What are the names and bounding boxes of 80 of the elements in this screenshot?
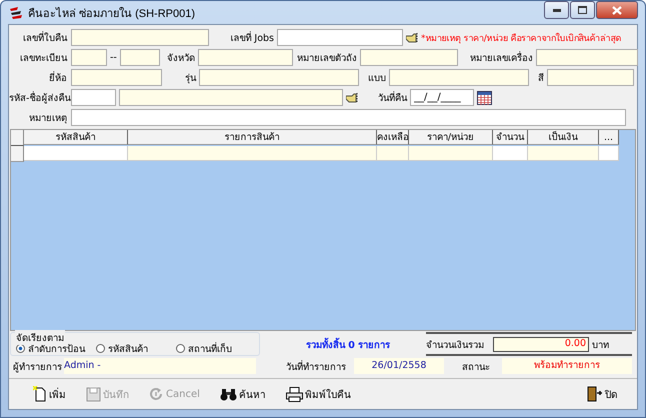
field-label: สี xyxy=(537,72,544,85)
remark-field[interactable] xyxy=(71,109,626,126)
maximize-icon xyxy=(578,6,587,14)
field-label: เลขทะเบียน xyxy=(19,52,67,65)
field-label: ยี่ห้อ xyxy=(48,70,67,85)
table-cell[interactable] xyxy=(128,146,377,161)
registration-field[interactable] xyxy=(71,49,107,66)
window-title: คืนอะไหล่ ซ่อมภายใน (SH-RP001) xyxy=(28,6,196,22)
field-label: หมายเลขตัวถัง xyxy=(296,52,357,65)
summary-text: รวมทั้งสิ้น 0 รายการ xyxy=(306,336,392,352)
close-button[interactable] xyxy=(596,1,638,19)
column-header[interactable]: รหัสสินค้า xyxy=(24,130,128,145)
returner-code-field[interactable] xyxy=(71,89,116,106)
table-cell[interactable] xyxy=(409,146,493,161)
field-label: วันที่ทำรายการ xyxy=(286,359,346,374)
lookup-icon[interactable] xyxy=(406,32,418,42)
exit-door-icon xyxy=(587,386,603,402)
field-label: จำนวนเงินรวม xyxy=(426,338,484,352)
radio-icon[interactable] xyxy=(96,344,105,353)
column-header[interactable]: จำนวน xyxy=(493,130,528,145)
column-header[interactable]: คงเหลือ xyxy=(377,130,409,145)
printer-icon xyxy=(286,386,303,402)
print-button[interactable]: พิมพ์ใบคืน xyxy=(276,386,361,402)
separator-text: -- xyxy=(110,52,117,63)
new-button[interactable]: เพิ่ม xyxy=(23,386,76,402)
brand-field[interactable] xyxy=(71,69,162,86)
new-document-icon xyxy=(33,386,47,402)
minimize-icon xyxy=(552,8,560,12)
field-label: สถานะ xyxy=(462,360,490,374)
radio-option[interactable]: สถานที่เก็บ xyxy=(176,341,256,356)
exit-button[interactable]: ปิด xyxy=(577,386,627,402)
model-field[interactable] xyxy=(199,69,359,86)
table-cell[interactable] xyxy=(528,146,599,161)
field-label: เลขที่ใบคืน xyxy=(22,30,67,45)
color-field[interactable] xyxy=(547,69,634,86)
unit-label: บาท xyxy=(592,338,609,352)
radio-icon[interactable] xyxy=(176,344,185,353)
field-label: ผู้ทำรายการ xyxy=(13,360,62,374)
field-label: หมายเลขเครื่อง xyxy=(468,50,533,65)
column-header[interactable]: ราคา/หน่วย xyxy=(409,130,493,145)
lookup-icon[interactable] xyxy=(346,92,358,102)
operator-field: Admin - xyxy=(64,358,256,374)
search-button[interactable]: ค้นหา xyxy=(210,386,276,402)
chassis-number-field[interactable] xyxy=(360,49,458,66)
calendar-icon[interactable] xyxy=(477,90,492,104)
table-cell[interactable] xyxy=(24,146,128,161)
field-label: รุ่น xyxy=(184,72,196,85)
returner-name-field[interactable] xyxy=(119,89,343,106)
province-field[interactable] xyxy=(198,49,293,66)
type-field[interactable] xyxy=(389,69,529,86)
column-header[interactable]: รายการสินค้า xyxy=(128,130,377,145)
registration-field[interactable] xyxy=(120,49,160,66)
table-cell[interactable] xyxy=(377,146,409,161)
field-label: หมายเหตุ xyxy=(28,112,67,125)
group-label: จัดเรียงตาม xyxy=(15,330,65,345)
table-cell[interactable] xyxy=(599,146,619,161)
field-label: แบบ xyxy=(367,72,386,85)
radio-option[interactable]: รหัสสินค้า xyxy=(96,341,176,356)
maximize-button[interactable] xyxy=(570,1,595,19)
field-label: เลขที่ Jobs xyxy=(229,30,274,45)
minimize-button[interactable] xyxy=(544,1,569,19)
jobs-number-field[interactable] xyxy=(277,29,403,46)
field-label: วันที่คืน xyxy=(377,90,407,105)
column-header[interactable]: ... xyxy=(599,130,619,145)
app-logo-icon xyxy=(8,6,24,20)
undo-icon xyxy=(149,386,164,402)
row-header xyxy=(11,146,24,162)
total-amount-field: 0.00 xyxy=(493,336,589,352)
binoculars-icon xyxy=(220,388,237,400)
engine-number-field[interactable] xyxy=(536,49,638,66)
table-cell[interactable] xyxy=(493,146,528,161)
date-field: 26/01/2558 xyxy=(354,358,444,374)
row-header xyxy=(11,130,24,146)
close-icon xyxy=(612,6,622,14)
field-label: จังหวัด xyxy=(166,52,195,65)
status-field: พร้อมทำรายการ xyxy=(502,358,632,374)
return-number-field[interactable] xyxy=(71,29,209,46)
column-header[interactable]: เป็นเงิน xyxy=(528,130,599,145)
return-date-field[interactable]: __/__/____ xyxy=(410,89,474,106)
note-text: *หมายเหตุ ราคา/หน่วย คือราคาจากใบเบิกสินค้าล่าสุด xyxy=(421,32,622,44)
